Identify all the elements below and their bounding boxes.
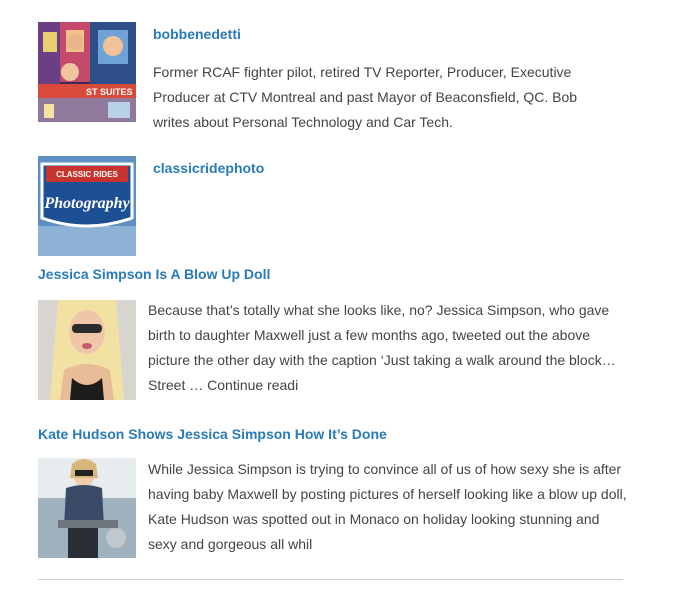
svg-text:CLASSIC RIDES: CLASSIC RIDES xyxy=(56,170,118,179)
author-photo-classic-rides[interactable]: CLASSIC RIDES Photography xyxy=(38,156,136,256)
post-thumbnail[interactable] xyxy=(38,300,136,400)
svg-text:Photography: Photography xyxy=(43,195,130,212)
author-name-link[interactable]: bobbenedetti xyxy=(153,26,241,42)
post-title-link[interactable]: Jessica Simpson Is A Blow Up Doll xyxy=(38,266,270,282)
post-thumbnail[interactable] xyxy=(38,458,136,558)
author-photo-times-square[interactable]: ST SUITES xyxy=(38,22,136,122)
svg-text:ST SUITES: ST SUITES xyxy=(86,87,133,97)
section-divider xyxy=(38,579,623,580)
post-excerpt: Because that’s totally what she looks li… xyxy=(148,298,628,398)
author-name-link[interactable]: classicridephoto xyxy=(153,160,264,176)
continue-reading-link[interactable]: Continue readi xyxy=(207,377,298,393)
author-bio: Former RCAF fighter pilot, retired TV Re… xyxy=(153,64,578,130)
post-excerpt: While Jessica Simpson is trying to convi… xyxy=(148,461,627,552)
post-title-link[interactable]: Kate Hudson Shows Jessica Simpson How It… xyxy=(38,426,387,442)
